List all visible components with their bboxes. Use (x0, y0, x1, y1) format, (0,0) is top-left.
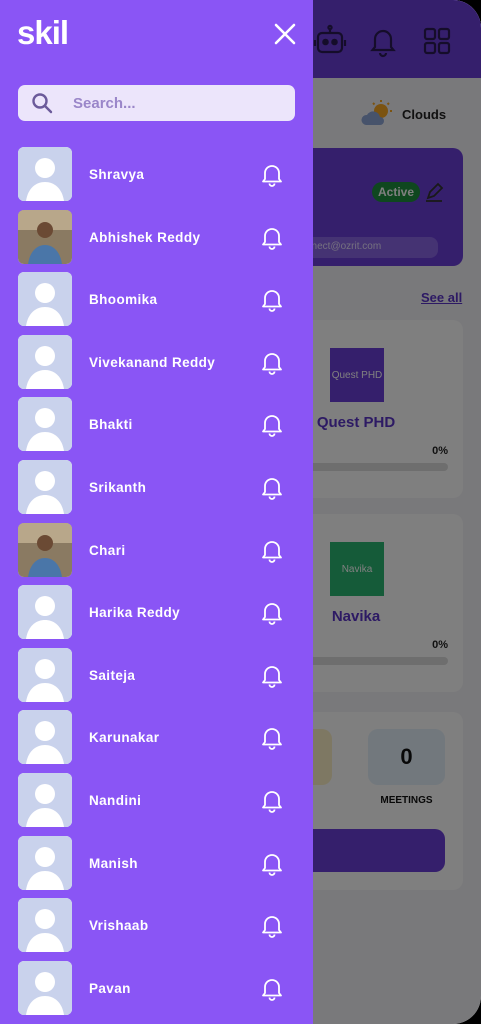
contact-name: Vivekanand Reddy (89, 354, 216, 370)
profile-photo (18, 209, 72, 264)
avatar (18, 147, 72, 201)
bell-icon[interactable] (259, 474, 285, 500)
bell-icon[interactable] (259, 662, 285, 688)
contact-row[interactable]: Shravya (0, 147, 313, 210)
contact-name: Nandini (89, 792, 142, 808)
contact-row[interactable]: Srikanth (0, 459, 313, 523)
bell-icon[interactable] (259, 224, 285, 250)
avatar (18, 960, 72, 1015)
avatar (18, 209, 72, 264)
contacts-drawer: skil Shravya Abhishek Reddy Bhoomika Viv… (0, 0, 313, 1024)
default-avatar-icon (18, 397, 72, 452)
default-avatar-icon (18, 710, 72, 765)
default-avatar-icon (18, 647, 72, 702)
default-avatar-icon (18, 459, 72, 514)
contact-name: Vrishaab (89, 918, 149, 934)
bell-icon[interactable] (259, 787, 285, 813)
bell-icon[interactable] (259, 161, 285, 187)
avatar (18, 585, 72, 640)
bell-icon[interactable] (259, 537, 285, 563)
contact-name: Karunakar (89, 730, 160, 746)
contact-list: Shravya Abhishek Reddy Bhoomika Vivekana… (0, 147, 313, 1023)
contact-name: Srikanth (89, 479, 147, 495)
profile-photo (18, 522, 72, 577)
contact-row[interactable]: Chari (0, 522, 313, 586)
contact-row[interactable]: Bhakti (0, 397, 313, 460)
contact-row[interactable]: Saiteja (0, 647, 313, 711)
avatar (18, 272, 72, 327)
avatar (18, 710, 72, 765)
contact-row[interactable]: Pavan (0, 960, 313, 1024)
default-avatar-icon (18, 272, 72, 327)
bell-icon[interactable] (259, 349, 285, 375)
search-bar[interactable] (18, 85, 295, 121)
contact-row[interactable]: Vivekanand Reddy (0, 334, 313, 398)
avatar (18, 647, 72, 702)
bell-icon[interactable] (259, 850, 285, 876)
bell-icon[interactable] (259, 286, 285, 313)
search-input[interactable] (73, 94, 273, 112)
contact-name: Manish (89, 855, 138, 871)
contact-name: Bhoomika (89, 292, 158, 308)
avatar (18, 898, 72, 953)
contact-name: Abhishek Reddy (89, 229, 201, 245)
bell-icon[interactable] (259, 724, 285, 751)
default-avatar-icon (18, 585, 72, 640)
bell-icon[interactable] (259, 599, 285, 626)
avatar (18, 397, 72, 452)
contact-name: Harika Reddy (89, 605, 181, 621)
default-avatar-icon (18, 147, 72, 201)
bell-icon[interactable] (259, 975, 285, 1001)
close-icon (274, 23, 296, 45)
close-button[interactable] (268, 17, 302, 51)
contact-row[interactable]: Bhoomika (0, 272, 313, 335)
contact-name: Chari (89, 542, 126, 558)
avatar (18, 334, 72, 389)
avatar (18, 772, 72, 827)
contact-name: Pavan (89, 980, 131, 996)
avatar (18, 459, 72, 514)
contact-name: Saiteja (89, 667, 136, 683)
default-avatar-icon (18, 960, 72, 1015)
search-icon (32, 93, 53, 114)
bell-icon[interactable] (259, 411, 285, 438)
contact-row[interactable]: Nandini (0, 772, 313, 836)
svg-text:skil: skil (17, 14, 68, 50)
bell-icon[interactable] (259, 912, 285, 938)
contact-name: Bhakti (89, 417, 133, 433)
contact-row[interactable]: Karunakar (0, 710, 313, 773)
contact-name: Shravya (89, 167, 145, 182)
contact-row[interactable]: Harika Reddy (0, 585, 313, 648)
skil-logo: skil (17, 14, 69, 50)
avatar (18, 522, 72, 577)
default-avatar-icon (18, 835, 72, 890)
default-avatar-icon (18, 898, 72, 953)
contact-row[interactable]: Manish (0, 835, 313, 899)
default-avatar-icon (18, 772, 72, 827)
avatar (18, 835, 72, 890)
default-avatar-icon (18, 334, 72, 389)
contact-row[interactable]: Vrishaab (0, 898, 313, 961)
contact-row[interactable]: Abhishek Reddy (0, 209, 313, 273)
